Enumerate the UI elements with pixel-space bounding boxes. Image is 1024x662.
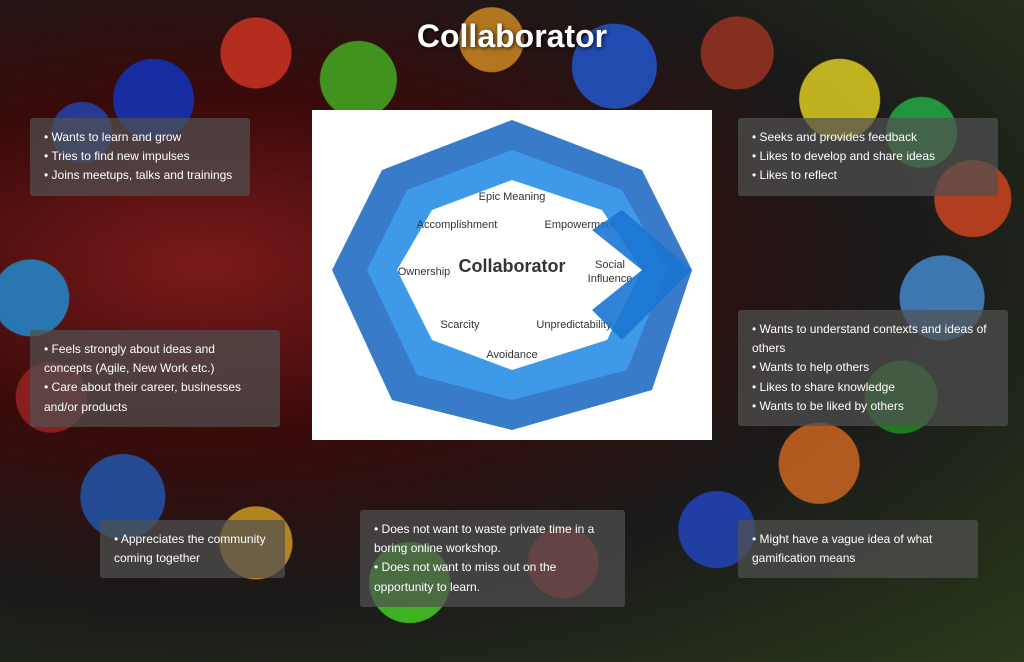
mid-right-box: Wants to understand contexts and ideas o… [738, 310, 1008, 426]
list-item: Likes to share knowledge [752, 378, 994, 397]
bot-center-box: Does not want to waste private time in a… [360, 510, 625, 607]
bot-left-list: Appreciates the community coming togethe… [114, 530, 271, 568]
collaborator-diagram: Epic Meaning Accomplishment Empowerment … [312, 110, 712, 440]
list-item: Wants to help others [752, 358, 994, 377]
list-item: Seeks and provides feedback [752, 128, 984, 147]
svg-text:Unpredictability: Unpredictability [536, 319, 612, 331]
mid-left-list: Feels strongly about ideas and concepts … [44, 340, 266, 417]
top-right-list: Seeks and provides feedback Likes to dev… [752, 128, 984, 186]
list-item: Care about their career, businesses and/… [44, 378, 266, 416]
bot-right-list: Might have a vague idea of what gamifica… [752, 530, 964, 568]
mid-right-list: Wants to understand contexts and ideas o… [752, 320, 994, 416]
list-item: Feels strongly about ideas and concepts … [44, 340, 266, 378]
list-item: Wants to be liked by others [752, 397, 994, 416]
list-item: Wants to understand contexts and ideas o… [752, 320, 994, 358]
list-item: Might have a vague idea of what gamifica… [752, 530, 964, 568]
list-item: Likes to develop and share ideas [752, 147, 984, 166]
list-item: Likes to reflect [752, 166, 984, 185]
svg-text:Epic Meaning: Epic Meaning [479, 191, 546, 203]
list-item: Does not want to waste private time in a… [374, 520, 611, 558]
list-item: Joins meetups, talks and trainings [44, 166, 236, 185]
svg-text:Scarcity: Scarcity [440, 319, 480, 331]
svg-text:Collaborator: Collaborator [458, 256, 565, 276]
list-item: Wants to learn and grow [44, 128, 236, 147]
svg-text:Social: Social [595, 259, 625, 271]
svg-text:Ownership: Ownership [398, 266, 451, 278]
page-title: Collaborator [0, 0, 1024, 65]
list-item: Appreciates the community coming togethe… [114, 530, 271, 568]
mid-left-box: Feels strongly about ideas and concepts … [30, 330, 280, 427]
list-item: Tries to find new impulses [44, 147, 236, 166]
bot-right-box: Might have a vague idea of what gamifica… [738, 520, 978, 578]
bot-center-list: Does not want to waste private time in a… [374, 520, 611, 597]
top-left-box: Wants to learn and grow Tries to find ne… [30, 118, 250, 196]
list-item: Does not want to miss out on the opportu… [374, 558, 611, 596]
top-left-list: Wants to learn and grow Tries to find ne… [44, 128, 236, 186]
bot-left-box: Appreciates the community coming togethe… [100, 520, 285, 578]
svg-text:Accomplishment: Accomplishment [417, 219, 498, 231]
svg-text:Avoidance: Avoidance [486, 349, 537, 361]
top-right-box: Seeks and provides feedback Likes to dev… [738, 118, 998, 196]
